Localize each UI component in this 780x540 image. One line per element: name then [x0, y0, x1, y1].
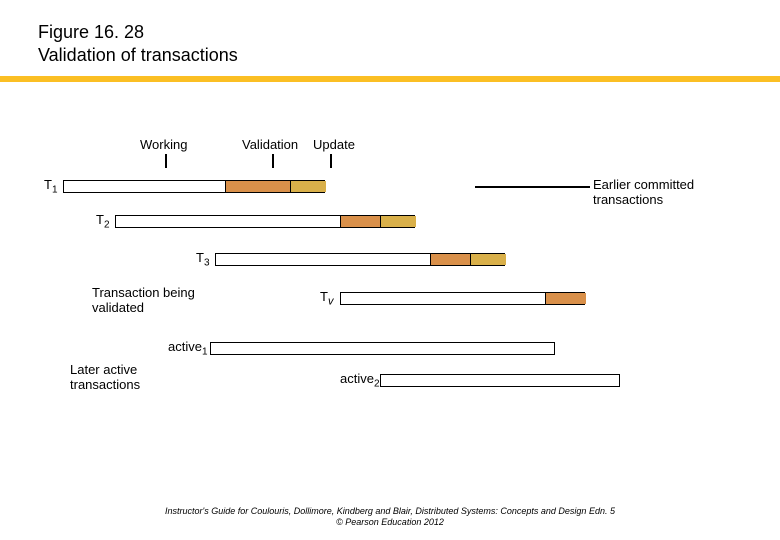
label-tv: Tv — [320, 289, 333, 308]
transaction-diagram: Working Validation Update T1 T2 T3 Tv a — [0, 112, 780, 422]
bar-active2 — [380, 374, 620, 387]
divider-bar — [0, 76, 780, 82]
phase-label-validation: Validation — [242, 137, 298, 152]
bar-tv — [340, 292, 585, 305]
annot-earlier-line — [475, 186, 590, 188]
phase-label-working: Working — [140, 137, 187, 152]
figure-title: Validation of transactions — [38, 45, 780, 66]
footer-line1: Instructor's Guide for Coulouris, Dollim… — [0, 506, 780, 517]
bar-active1 — [210, 342, 555, 355]
figure-number: Figure 16. 28 — [38, 22, 780, 43]
phase-tick — [272, 154, 274, 168]
bar-t3 — [215, 253, 505, 266]
annot-being-validated: Transaction being validated — [92, 285, 212, 315]
annot-later: Later active transactions — [70, 362, 190, 392]
bar-t2 — [115, 215, 415, 228]
phase-tick — [165, 154, 167, 168]
label-t2: T2 — [96, 212, 110, 231]
phase-label-update: Update — [313, 137, 355, 152]
label-active1: active1 — [168, 339, 208, 358]
annot-earlier: Earlier committed transactions — [593, 177, 743, 207]
figure-header: Figure 16. 28 Validation of transactions — [0, 0, 780, 66]
phase-tick — [330, 154, 332, 168]
footer-line2: © Pearson Education 2012 — [0, 517, 780, 528]
label-active2: active2 — [340, 371, 380, 390]
bar-t1 — [63, 180, 325, 193]
footer-credit: Instructor's Guide for Coulouris, Dollim… — [0, 506, 780, 529]
label-t3: T3 — [196, 250, 210, 269]
label-t1: T1 — [44, 177, 58, 196]
